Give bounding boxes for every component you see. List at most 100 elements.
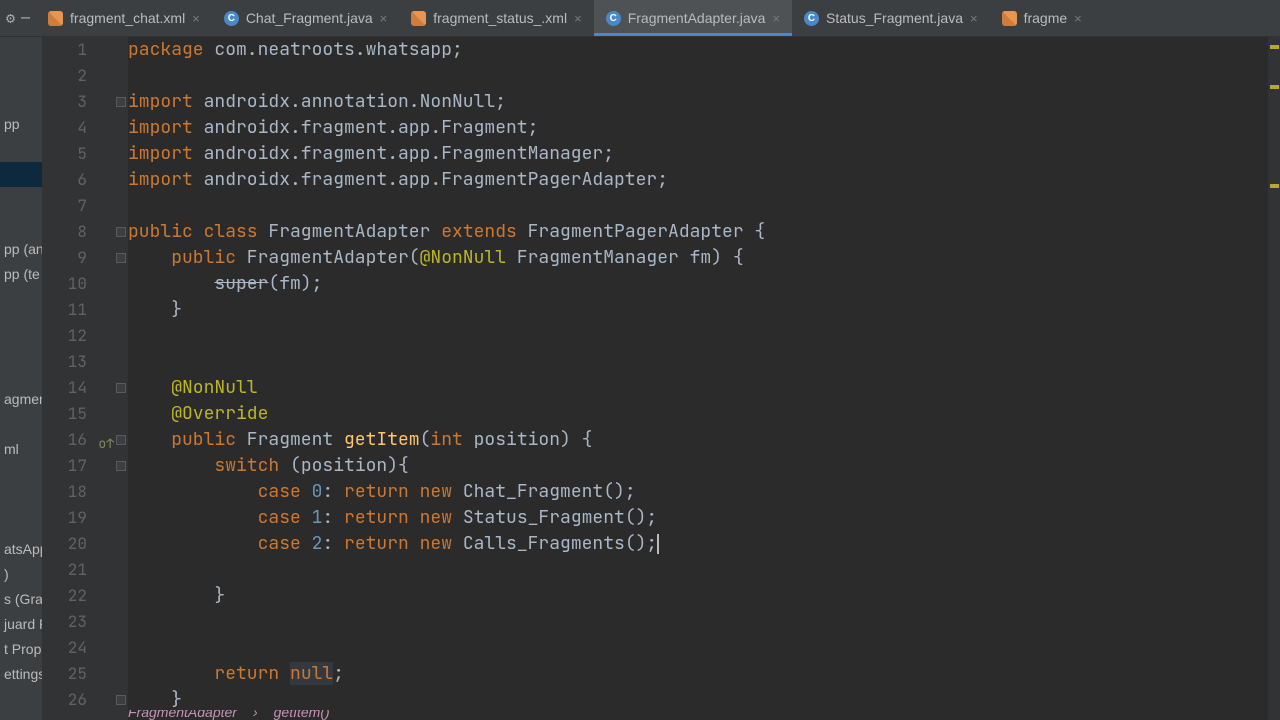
line-number: 16 <box>43 427 128 453</box>
tab-label: Status_Fragment.java <box>826 10 963 26</box>
code-token: (fm); <box>268 272 322 295</box>
editor-tab[interactable]: fragme× <box>990 0 1094 36</box>
fold-icon[interactable] <box>116 695 126 705</box>
code-token: ( <box>420 428 431 451</box>
project-row[interactable]: t Prope <box>0 637 42 662</box>
code-token: 1 <box>312 506 323 529</box>
project-row[interactable] <box>0 312 42 337</box>
fold-icon[interactable] <box>116 383 126 393</box>
code-token: androidx.fragment.app.Fragment; <box>193 116 539 139</box>
editor-tab[interactable]: fragment_status_.xml× <box>399 0 593 36</box>
code-editor[interactable]: package com.neatroots.whatsapp; import a… <box>128 37 1264 720</box>
line-number: 6 <box>43 167 128 193</box>
minimize-icon[interactable]: — <box>21 8 30 28</box>
close-icon[interactable]: × <box>192 11 200 26</box>
close-icon[interactable]: × <box>1074 11 1082 26</box>
tab-label: Chat_Fragment.java <box>246 10 373 26</box>
editor-tab[interactable]: FragmentAdapter.java × <box>594 0 792 36</box>
code-token <box>128 506 258 529</box>
project-row[interactable] <box>0 487 42 512</box>
code-token: int <box>430 428 462 451</box>
editor-tab[interactable]: fragment_chat.xml× <box>36 0 212 36</box>
project-row[interactable] <box>0 162 42 187</box>
project-row[interactable] <box>0 137 42 162</box>
code-token: public class <box>128 220 258 243</box>
java-class-icon <box>804 11 819 26</box>
code-token: super <box>214 272 268 295</box>
code-token: extends <box>441 220 517 243</box>
code-token: import <box>128 168 193 191</box>
project-row[interactable] <box>0 412 42 437</box>
fold-icon[interactable] <box>116 97 126 107</box>
fold-icon[interactable] <box>116 227 126 237</box>
code-token: return new <box>344 506 452 529</box>
project-row[interactable] <box>0 362 42 387</box>
project-row[interactable]: atsApp <box>0 537 42 562</box>
code-token: FragmentPagerAdapter { <box>517 220 765 243</box>
warning-marker[interactable] <box>1270 85 1279 89</box>
warning-marker[interactable] <box>1270 184 1279 188</box>
fold-icon[interactable] <box>116 461 126 471</box>
line-number: 2 <box>43 63 128 89</box>
breadcrumbs[interactable]: FragmentAdapter › getItem() <box>128 710 330 720</box>
project-row[interactable] <box>0 187 42 212</box>
tab-label: FragmentAdapter.java <box>628 10 766 26</box>
close-icon[interactable]: × <box>772 11 780 26</box>
line-number: 11 <box>43 297 128 323</box>
breadcrumb-item[interactable]: getItem() <box>274 710 330 720</box>
code-token: switch <box>214 454 279 477</box>
code-token: position) { <box>463 428 593 451</box>
project-row[interactable] <box>0 287 42 312</box>
line-number: 18 <box>43 479 128 505</box>
code-token: androidx.fragment.app.FragmentManager; <box>193 142 614 165</box>
line-number: 15 <box>43 401 128 427</box>
project-row[interactable] <box>0 62 42 87</box>
code-token: import <box>128 90 193 113</box>
project-row[interactable]: pp (te <box>0 262 42 287</box>
marker-strip[interactable] <box>1268 37 1280 720</box>
line-number-gutter: 1234567891011121314151617181920212223242… <box>43 37 128 720</box>
project-row[interactable]: pp (an <box>0 237 42 262</box>
line-number: 23 <box>43 609 128 635</box>
project-row[interactable] <box>0 337 42 362</box>
project-row[interactable] <box>0 87 42 112</box>
line-number: 26 <box>43 687 128 713</box>
code-token: case <box>258 480 312 503</box>
code-token: FragmentAdapter( <box>236 246 420 269</box>
settings-icon[interactable]: ⚙ <box>6 8 15 28</box>
editor-tab[interactable]: Status_Fragment.java × <box>792 0 990 36</box>
line-number: 13 <box>43 349 128 375</box>
breadcrumb-item[interactable]: FragmentAdapter <box>128 710 237 720</box>
code-token <box>128 532 258 555</box>
project-row[interactable] <box>0 512 42 537</box>
java-class-icon <box>606 11 621 26</box>
warning-marker[interactable] <box>1270 45 1279 49</box>
project-row[interactable] <box>0 212 42 237</box>
project-row[interactable]: ettings <box>0 662 42 687</box>
code-token: } <box>128 584 225 607</box>
xml-file-icon <box>48 11 63 26</box>
xml-file-icon <box>1002 11 1017 26</box>
line-number: 9 <box>43 245 128 271</box>
line-number: 12 <box>43 323 128 349</box>
project-row[interactable]: agment <box>0 387 42 412</box>
code-token: : <box>322 480 344 503</box>
project-row[interactable] <box>0 462 42 487</box>
close-icon[interactable]: × <box>970 11 978 26</box>
fold-icon[interactable] <box>116 253 126 263</box>
project-panel[interactable]: pp pp (anpp (te agment ml atsApp)s (Grajuard… <box>0 37 43 720</box>
close-icon[interactable]: × <box>380 11 388 26</box>
close-icon[interactable]: × <box>574 11 582 26</box>
project-row[interactable]: juard F <box>0 612 42 637</box>
fold-icon[interactable] <box>116 435 126 445</box>
project-row[interactable]: pp <box>0 112 42 137</box>
code-token: } <box>128 688 182 711</box>
editor-tab[interactable]: Chat_Fragment.java × <box>212 0 399 36</box>
code-token: null <box>290 662 333 685</box>
project-row[interactable]: ml <box>0 437 42 462</box>
project-row[interactable] <box>0 37 42 62</box>
project-row[interactable]: ) <box>0 562 42 587</box>
line-number: 14 <box>43 375 128 401</box>
project-row[interactable]: s (Gra <box>0 587 42 612</box>
line-number: 19 <box>43 505 128 531</box>
